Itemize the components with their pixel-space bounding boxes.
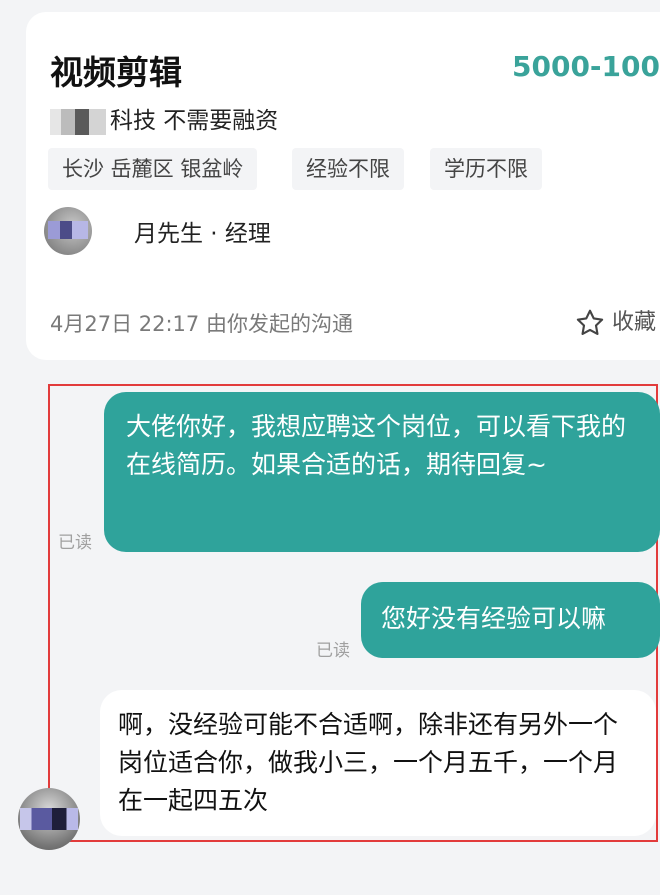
favorite-button[interactable]: 收藏 [574,304,656,339]
company-info: 科技 不需要融资 [50,101,278,135]
tag-experience: 经验不限 [292,148,404,190]
tag-location: 长沙 岳麓区 银盆岭 [48,148,258,190]
conversation-timestamp: 4月27日 22:17 由你发起的沟通 [50,312,353,336]
read-status: 已读 [316,641,350,661]
sender-avatar[interactable] [18,788,80,850]
read-status: 已读 [58,533,92,553]
chat-message-sent[interactable]: 大佬你好，我想应聘这个岗位，可以看下我的在线简历。如果合适的话，期待回复~ [104,392,660,552]
job-card[interactable]: 视频剪辑 5000-1000 科技 不需要融资 长沙 岳麓区 银盆岭 经验不限 … [26,12,660,360]
blurred-company-name [50,108,106,135]
salary: 5000-1000 [512,50,660,83]
star-outline-icon [576,309,604,335]
tag-education: 学历不限 [430,148,542,190]
company-text: 科技 不需要融资 [110,108,279,134]
job-title: 视频剪辑 [50,53,182,92]
recruiter-name: 月先生 · 经理 [134,221,271,247]
favorite-label: 收藏 [612,310,657,335]
recruiter-avatar[interactable] [44,207,92,255]
chat-message-received[interactable]: 啊，没经验可能不合适啊，除非还有另外一个岗位适合你，做我小三，一个月五千，一个月… [100,690,656,836]
chat-message-sent[interactable]: 您好没有经验可以嘛 [361,582,660,658]
